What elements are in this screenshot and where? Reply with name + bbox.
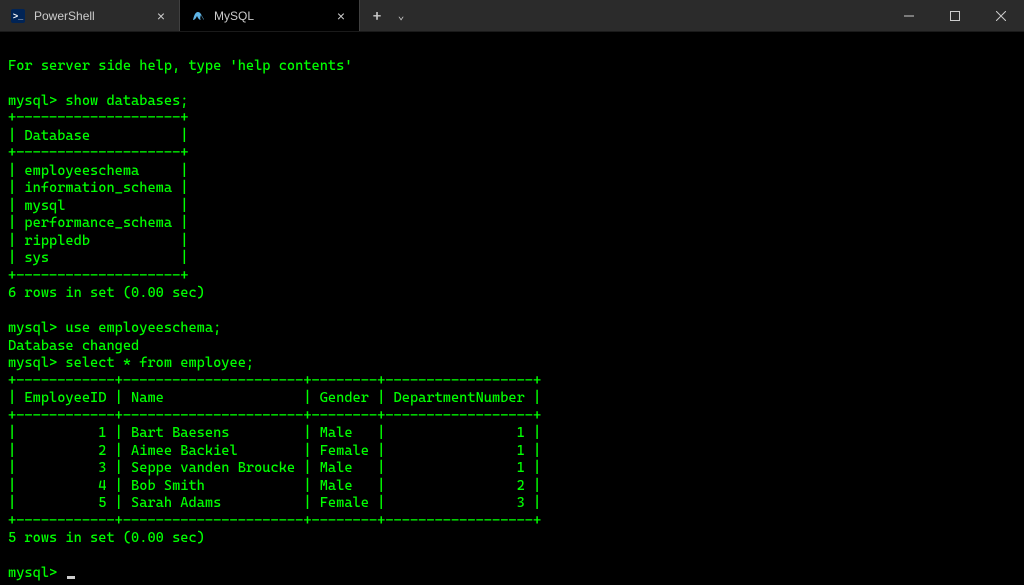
tab-label: PowerShell [34, 9, 145, 23]
cursor [67, 576, 75, 579]
chevron-down-icon[interactable]: ⌄ [392, 9, 410, 22]
tab-actions: + ⌄ [360, 0, 418, 31]
new-tab-icon[interactable]: + [368, 7, 386, 25]
powershell-icon: >_ [10, 8, 26, 24]
tab-row: >_ PowerShell × MySQL × + ⌄ [0, 0, 418, 31]
terminal-output[interactable]: For server side help, type 'help content… [0, 32, 1024, 585]
tab-label: MySQL [214, 9, 325, 23]
title-bar: >_ PowerShell × MySQL × + ⌄ [0, 0, 1024, 32]
mysql-icon [190, 8, 206, 24]
minimize-button[interactable] [886, 0, 932, 31]
window-controls [886, 0, 1024, 31]
tab-powershell[interactable]: >_ PowerShell × [0, 0, 180, 31]
close-button[interactable] [978, 0, 1024, 31]
close-icon[interactable]: × [153, 9, 169, 23]
close-icon[interactable]: × [333, 9, 349, 23]
maximize-button[interactable] [932, 0, 978, 31]
tab-mysql[interactable]: MySQL × [180, 0, 360, 31]
